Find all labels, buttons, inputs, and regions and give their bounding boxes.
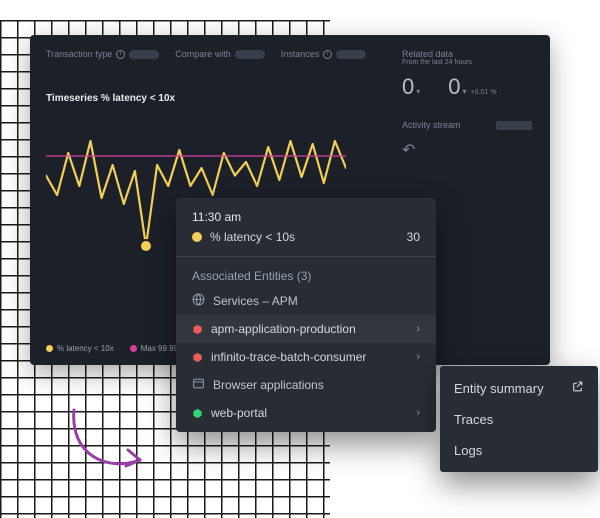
chevron-down-icon: ▾	[416, 87, 420, 96]
group-services: Services – APM	[176, 287, 436, 315]
entity-submenu: Entity summary Traces Logs	[440, 366, 598, 472]
datapoint-popover: 11:30 am % latency < 10s 30 Associated E…	[176, 198, 436, 432]
related-data-panel: Related data From the last 24 hours 0▾ 0…	[402, 49, 532, 160]
chevron-right-icon: ›	[416, 407, 420, 419]
tooltip-time: 11:30 am	[192, 210, 420, 224]
related-title: Related data	[402, 49, 532, 59]
filter-label: Compare with	[175, 49, 231, 59]
entity-label: web-portal	[211, 406, 267, 420]
activity-bar	[496, 121, 532, 130]
filter-label: Transaction type	[46, 49, 112, 59]
tooltip-metric-label: % latency < 10s	[210, 230, 295, 244]
entity-web-portal[interactable]: web-portal ›	[176, 399, 436, 432]
entities-heading: Associated Entities (3)	[192, 269, 420, 283]
globe-icon	[192, 293, 205, 309]
related-subtitle: From the last 24 hours	[402, 59, 532, 66]
legend-dot-icon	[130, 345, 137, 352]
filter-pill	[129, 50, 159, 59]
info-icon: i	[116, 50, 125, 59]
legend-dot-icon	[46, 345, 53, 352]
entity-label: apm-application-production	[211, 322, 356, 336]
hexagon-icon	[192, 408, 203, 419]
submenu-traces[interactable]: Traces	[440, 404, 598, 435]
undo-icon[interactable]: ↶	[402, 140, 532, 160]
hexagon-icon	[192, 352, 203, 363]
related-metric-2[interactable]: 0▾+0.01 %	[448, 74, 496, 100]
filter-pill	[235, 50, 265, 59]
legend-item-1: % latency < 10x	[46, 344, 114, 353]
chevron-right-icon: ›	[416, 351, 420, 363]
legend-item-2: Max 99.99	[130, 344, 178, 353]
filter-instances[interactable]: Instances i	[281, 49, 367, 59]
chevron-right-icon: ›	[416, 323, 420, 335]
filter-label: Instances	[281, 49, 320, 59]
filter-compare-with[interactable]: Compare with	[175, 49, 265, 59]
filter-transaction-type[interactable]: Transaction type i	[46, 49, 159, 59]
entity-apm-application-production[interactable]: apm-application-production ›	[176, 315, 436, 343]
chart-title: Timeseries % latency < 10x	[46, 93, 346, 104]
hexagon-icon	[192, 324, 203, 335]
entity-infinito-trace-batch-consumer[interactable]: infinito-trace-batch-consumer ›	[176, 343, 436, 371]
chevron-down-icon: ▾	[463, 87, 467, 96]
series-dot-icon	[192, 232, 202, 242]
chart-legend: % latency < 10x Max 99.99	[46, 344, 178, 353]
external-link-icon	[571, 380, 584, 396]
callout-arrow-icon	[62, 400, 152, 490]
info-icon: i	[323, 50, 332, 59]
submenu-entity-summary[interactable]: Entity summary	[440, 372, 598, 404]
filter-pill	[336, 50, 366, 59]
activity-stream-label: Activity stream	[402, 120, 461, 130]
related-metric-1[interactable]: 0▾	[402, 74, 420, 100]
entity-label: infinito-trace-batch-consumer	[211, 350, 366, 364]
submenu-logs[interactable]: Logs	[440, 435, 598, 466]
browser-icon	[192, 377, 205, 393]
group-browser: Browser applications	[176, 371, 436, 399]
tooltip-metric-value: 30	[407, 230, 420, 244]
